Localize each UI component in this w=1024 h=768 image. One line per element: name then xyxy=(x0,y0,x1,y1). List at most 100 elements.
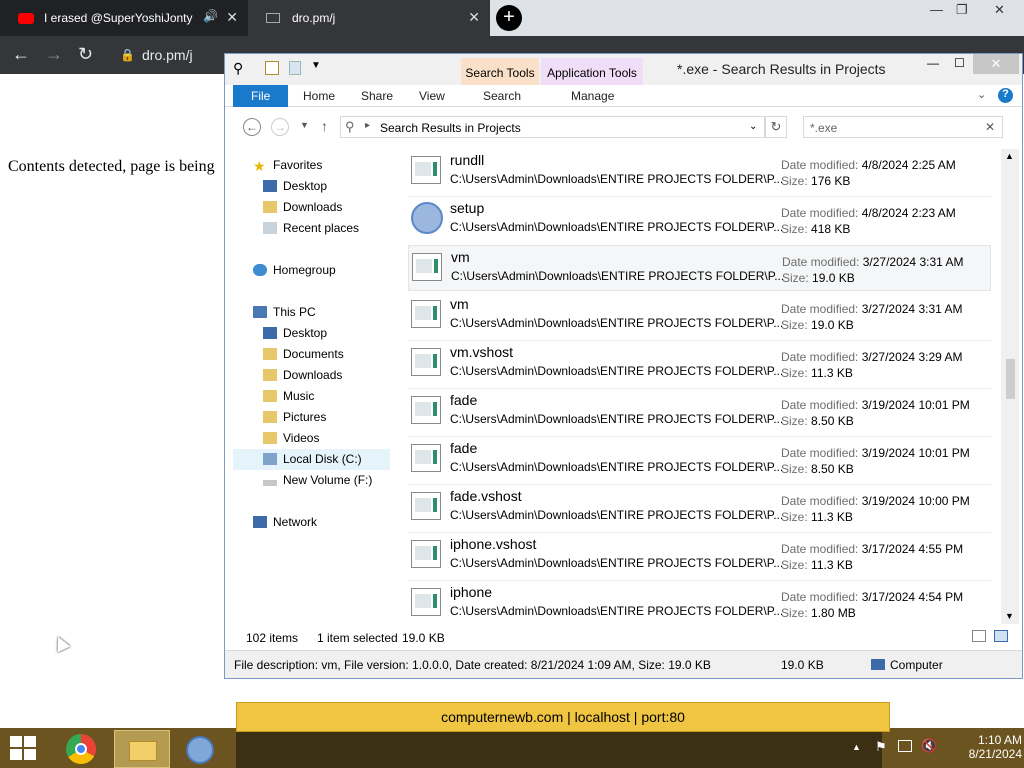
nav-recent-places[interactable]: Recent places xyxy=(263,221,359,235)
nav-documents[interactable]: Documents xyxy=(263,347,344,361)
tab-view[interactable]: View xyxy=(419,89,445,103)
app-taskbar-button[interactable] xyxy=(172,730,228,768)
close-tab-icon[interactable]: ✕ xyxy=(468,9,480,26)
nav-local-disk[interactable]: Local Disk (C:) xyxy=(263,452,362,466)
search-input[interactable]: *.exe ✕ xyxy=(803,116,1003,138)
file-name: iphone xyxy=(450,584,493,600)
restore-icon[interactable]: ❐ xyxy=(956,2,968,18)
chevron-right-icon[interactable]: ▸ xyxy=(365,120,370,131)
search-tools-header[interactable]: Search Tools xyxy=(461,58,539,85)
speaker-icon[interactable]: 🔊 xyxy=(203,9,218,23)
nav-label: Homegroup xyxy=(273,263,336,277)
start-button[interactable] xyxy=(10,736,38,762)
chevron-down-icon[interactable]: ▼ xyxy=(311,60,321,71)
nav-network[interactable]: Network xyxy=(253,515,317,529)
video-overlay xyxy=(236,732,882,768)
list-item[interactable]: fade.vshost C:\Users\Admin\Downloads\ENT… xyxy=(408,485,991,531)
file-path: C:\Users\Admin\Downloads\ENTIRE PROJECTS… xyxy=(450,220,784,234)
new-folder-icon[interactable] xyxy=(289,61,301,75)
list-item[interactable]: rundll C:\Users\Admin\Downloads\ENTIRE P… xyxy=(408,149,991,195)
refresh-icon[interactable]: ↻ xyxy=(765,116,787,138)
nav-favorites[interactable]: ★ Favorites xyxy=(253,158,322,174)
nav-homegroup[interactable]: Homegroup xyxy=(253,263,336,277)
clock-time: 1:10 AM xyxy=(977,733,1022,747)
nav-label: Desktop xyxy=(283,326,328,340)
nav-videos[interactable]: Videos xyxy=(263,431,319,445)
scrollbar-thumb[interactable] xyxy=(1006,359,1015,399)
recent-locations-icon[interactable]: ▼ xyxy=(300,120,309,130)
back-icon[interactable]: ← xyxy=(243,118,261,136)
browser-tab-active[interactable]: dro.pm/j ✕ xyxy=(248,0,490,36)
new-tab-button[interactable]: + xyxy=(496,5,522,31)
nav-pc-desktop[interactable]: Desktop xyxy=(263,326,327,340)
nav-downloads[interactable]: Downloads xyxy=(263,368,342,382)
folder-icon xyxy=(129,741,157,761)
selected-count: 1 item selected xyxy=(317,631,398,645)
star-icon: ★ xyxy=(253,158,266,174)
forward-icon[interactable]: → xyxy=(45,44,63,65)
list-item[interactable]: vm.vshost C:\Users\Admin\Downloads\ENTIR… xyxy=(408,341,991,387)
minimize-icon[interactable]: — xyxy=(930,2,943,17)
list-item[interactable]: iphone C:\Users\Admin\Downloads\ENTIRE P… xyxy=(408,581,991,627)
file-size: Size: 418 KB xyxy=(781,222,851,236)
details-view-icon[interactable] xyxy=(972,630,986,642)
forward-icon[interactable]: → xyxy=(271,118,289,136)
nav-favorites-desktop[interactable]: Desktop xyxy=(263,179,327,193)
back-icon[interactable]: ← xyxy=(12,44,30,65)
network-icon[interactable] xyxy=(898,740,912,752)
system-clock[interactable]: 1:10 AM 8/21/2024 xyxy=(932,733,1022,761)
chevron-down-icon[interactable]: ⌄ xyxy=(749,121,757,132)
tab-manage[interactable]: Manage xyxy=(571,89,614,103)
reload-icon[interactable]: ↻ xyxy=(78,44,93,65)
properties-icon[interactable] xyxy=(265,61,279,75)
close-tab-icon[interactable]: ✕ xyxy=(226,9,238,26)
close-window-icon[interactable]: ✕ xyxy=(994,2,1005,18)
address-bar[interactable]: dro.pm/j xyxy=(142,47,193,63)
list-item[interactable]: fade C:\Users\Admin\Downloads\ENTIRE PRO… xyxy=(408,437,991,483)
nav-label: Downloads xyxy=(283,200,343,214)
nav-this-pc[interactable]: This PC xyxy=(253,305,316,319)
computer-icon xyxy=(253,306,267,318)
help-icon[interactable]: ? xyxy=(998,88,1013,103)
nav-pictures[interactable]: Pictures xyxy=(263,410,326,424)
minimize-icon[interactable]: — xyxy=(927,56,939,70)
tab-search[interactable]: Search xyxy=(483,89,521,103)
large-icons-view-icon[interactable] xyxy=(994,630,1008,642)
tab-share[interactable]: Share xyxy=(361,89,393,103)
application-tools-header[interactable]: Application Tools xyxy=(541,58,643,85)
file-explorer-taskbar-button[interactable] xyxy=(114,730,170,768)
scroll-down-icon[interactable]: ▼ xyxy=(1005,611,1014,621)
maximize-icon[interactable]: ☐ xyxy=(954,56,965,70)
scroll-up-icon[interactable]: ▲ xyxy=(1005,151,1014,161)
status-bar: 102 items 1 item selected 19.0 KB xyxy=(225,626,1022,650)
expand-ribbon-icon[interactable]: ⌄ xyxy=(977,88,986,101)
file-size: Size: 176 KB xyxy=(781,174,851,188)
close-window-button[interactable]: ✕ xyxy=(973,54,1019,74)
browser-tab-youtube[interactable]: I erased @SuperYoshiJonty 🔊 ✕ xyxy=(0,0,248,36)
list-item[interactable]: fade C:\Users\Admin\Downloads\ENTIRE PRO… xyxy=(408,389,991,435)
nav-music[interactable]: Music xyxy=(263,389,314,403)
tab-file[interactable]: File xyxy=(233,85,288,107)
address-bar[interactable]: ⚲ ▸ Search Results in Projects ⌄ xyxy=(340,116,765,138)
list-item[interactable]: iphone.vshost C:\Users\Admin\Downloads\E… xyxy=(408,533,991,579)
show-hidden-icons-icon[interactable]: ▲ xyxy=(852,742,861,752)
flag-icon[interactable]: ⚑ xyxy=(875,739,887,755)
application-icon xyxy=(411,396,441,424)
up-icon[interactable]: ↑ xyxy=(321,118,328,134)
clear-search-icon[interactable]: ✕ xyxy=(985,120,995,134)
nav-favorites-downloads[interactable]: Downloads xyxy=(263,200,342,214)
application-icon xyxy=(411,492,441,520)
list-item[interactable]: vm C:\Users\Admin\Downloads\ENTIRE PROJE… xyxy=(408,293,991,339)
chrome-taskbar-button[interactable] xyxy=(56,730,112,768)
list-item[interactable]: setup C:\Users\Admin\Downloads\ENTIRE PR… xyxy=(408,197,991,243)
item-count: 102 items xyxy=(246,631,299,645)
file-path: C:\Users\Admin\Downloads\ENTIRE PROJECTS… xyxy=(450,172,784,186)
details-bar: File description: vm, File version: 1.0.… xyxy=(225,650,1022,678)
file-path: C:\Users\Admin\Downloads\ENTIRE PROJECTS… xyxy=(450,412,784,426)
tab-home[interactable]: Home xyxy=(303,89,335,103)
vertical-scrollbar[interactable]: ▲ ▼ xyxy=(1001,149,1019,624)
nav-new-volume[interactable]: New Volume (F:) xyxy=(263,473,372,487)
list-item-selected[interactable]: vm C:\Users\Admin\Downloads\ENTIRE PROJE… xyxy=(408,245,991,291)
file-path: C:\Users\Admin\Downloads\ENTIRE PROJECTS… xyxy=(450,316,784,330)
address-text: Search Results in Projects xyxy=(380,121,521,135)
